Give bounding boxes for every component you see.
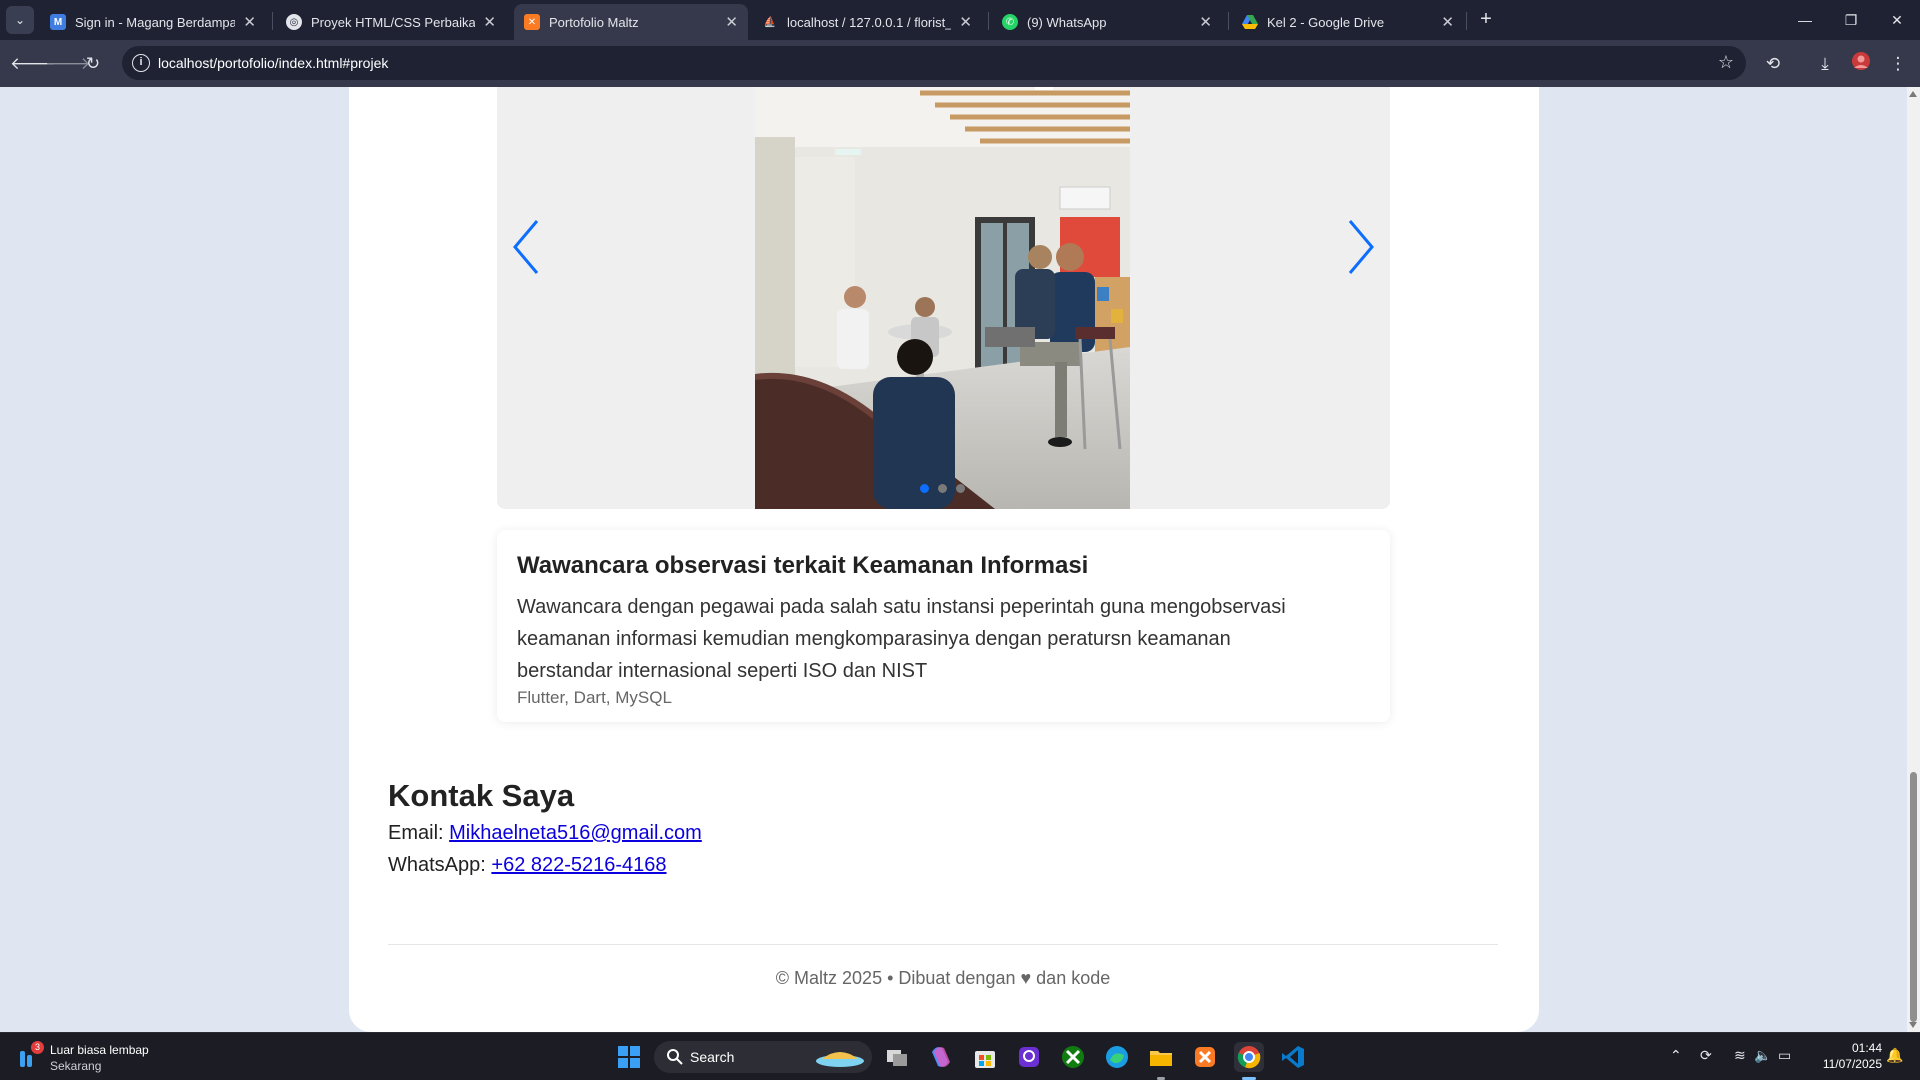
email-label: Email: bbox=[388, 822, 444, 844]
back-button[interactable]: 🡐 bbox=[10, 52, 56, 76]
footer-divider bbox=[388, 944, 1498, 945]
xampp-favicon: ✕ bbox=[524, 14, 540, 30]
contact-email-row: Email: Mikhaelneta516@gmail.com bbox=[388, 822, 702, 845]
history-icon[interactable]: ⟲ bbox=[1760, 51, 1786, 77]
task-view-icon[interactable] bbox=[882, 1042, 912, 1072]
menu-kebab-icon[interactable]: ⋮ bbox=[1885, 51, 1911, 77]
carousel-dot-1[interactable] bbox=[920, 484, 929, 493]
close-icon[interactable]: ✕ bbox=[243, 13, 256, 31]
wifi-icon[interactable]: ≋ bbox=[1734, 1047, 1746, 1064]
notification-badge: 3 bbox=[31, 1041, 44, 1054]
close-icon[interactable]: ✕ bbox=[1441, 13, 1454, 31]
google-drive-favicon bbox=[1242, 14, 1258, 30]
windows-start-icon[interactable] bbox=[614, 1042, 644, 1072]
windows-taskbar: 3 Luar biasa lembap Sekarang Search ⌃ ⟳ … bbox=[0, 1032, 1920, 1080]
page-scrollbar[interactable] bbox=[1907, 87, 1920, 1032]
chrome-icon[interactable] bbox=[1234, 1042, 1264, 1072]
tab-portofolio[interactable]: ✕ Portofolio Maltz ✕ bbox=[514, 4, 748, 40]
sync-icon[interactable]: ⟳ bbox=[1700, 1047, 1712, 1064]
minimize-button[interactable]: — bbox=[1782, 0, 1828, 40]
close-icon[interactable]: ✕ bbox=[959, 13, 972, 31]
tab-magang[interactable]: M Sign in - Magang Berdampak 2 ✕ bbox=[40, 4, 266, 40]
carousel-indicators bbox=[920, 484, 965, 493]
show-hidden-icons-chevron-icon[interactable]: ⌃ bbox=[1670, 1047, 1682, 1064]
project-title: Wawancara observasi terkait Keamanan Inf… bbox=[517, 552, 1089, 579]
whatsapp-favicon: ✆ bbox=[1002, 14, 1018, 30]
tab-proyek[interactable]: ◎ Proyek HTML/CSS Perbaikan ✕ bbox=[276, 4, 506, 40]
project-card: Wawancara observasi terkait Keamanan Inf… bbox=[497, 530, 1390, 722]
restore-button[interactable]: ❐ bbox=[1828, 0, 1874, 40]
carousel-photo bbox=[755, 87, 1130, 509]
volume-icon[interactable]: 🔈 bbox=[1754, 1047, 1771, 1064]
edge-icon[interactable] bbox=[1102, 1042, 1132, 1072]
new-tab-button[interactable]: + bbox=[1474, 8, 1498, 32]
carousel-dot-2[interactable] bbox=[938, 484, 947, 493]
bookmark-star-icon[interactable]: ☆ bbox=[1718, 52, 1734, 73]
battery-icon[interactable]: ▭ bbox=[1778, 1047, 1791, 1064]
chatgpt-favicon: ◎ bbox=[286, 14, 302, 30]
phpmyadmin-favicon: ⛵ bbox=[763, 16, 777, 28]
carousel-prev-button[interactable] bbox=[511, 219, 541, 275]
copilot-icon[interactable] bbox=[926, 1042, 956, 1072]
contact-whatsapp-row: WhatsApp: +62 822-5216-4168 bbox=[388, 854, 667, 877]
site-info-icon[interactable]: i bbox=[132, 54, 150, 72]
address-bar[interactable]: i localhost/portofolio/index.html#projek… bbox=[122, 46, 1746, 80]
contact-heading: Kontak Saya bbox=[388, 778, 575, 813]
close-icon[interactable]: ✕ bbox=[1199, 13, 1212, 31]
weather-widget[interactable]: 3 Luar biasa lembap Sekarang bbox=[18, 1041, 198, 1073]
email-link[interactable]: Mikhaelneta516@gmail.com bbox=[449, 822, 702, 844]
scroll-up-arrow-icon[interactable] bbox=[1909, 91, 1917, 97]
close-window-button[interactable]: ✕ bbox=[1874, 0, 1920, 40]
whatsapp-label: WhatsApp: bbox=[388, 854, 486, 876]
system-clock[interactable]: 01:44 11/07/2025 bbox=[1812, 1040, 1882, 1072]
tab-whatsapp[interactable]: ✆ (9) WhatsApp ✕ bbox=[992, 4, 1222, 40]
carousel-next-button[interactable] bbox=[1346, 219, 1376, 275]
project-tech-stack: Flutter, Dart, MySQL bbox=[517, 688, 672, 707]
microsoft-store-icon[interactable] bbox=[970, 1042, 1000, 1072]
app-purple-icon[interactable] bbox=[1014, 1042, 1044, 1072]
close-icon[interactable]: ✕ bbox=[483, 13, 496, 31]
search-highlight-icon bbox=[816, 1052, 864, 1067]
xampp-icon[interactable] bbox=[1190, 1042, 1220, 1072]
tab-google-drive[interactable]: Kel 2 - Google Drive ✕ bbox=[1232, 4, 1464, 40]
scroll-down-arrow-icon[interactable] bbox=[1909, 1022, 1917, 1028]
tab-strip: ⌄ M Sign in - Magang Berdampak 2 ✕ ◎ Pro… bbox=[0, 0, 1920, 40]
search-icon bbox=[667, 1049, 683, 1065]
carousel-dot-3[interactable] bbox=[956, 484, 965, 493]
page-viewport: Wawancara observasi terkait Keamanan Inf… bbox=[0, 87, 1907, 1032]
footer-text: © Maltz 2025 • Dibuat dengan ♥ dan kode bbox=[775, 968, 1111, 988]
magang-favicon: M bbox=[50, 14, 66, 30]
vscode-icon[interactable] bbox=[1278, 1042, 1308, 1072]
project-carousel bbox=[497, 87, 1390, 509]
xbox-icon[interactable] bbox=[1058, 1042, 1088, 1072]
browser-toolbar: 🡐 🡒 ↻ i localhost/portofolio/index.html#… bbox=[0, 40, 1920, 87]
project-description: Wawancara dengan pegawai pada salah satu… bbox=[517, 596, 1286, 682]
notification-bell-icon[interactable]: 🔔 bbox=[1886, 1047, 1903, 1064]
scrollbar-thumb[interactable] bbox=[1910, 772, 1917, 1022]
whatsapp-link[interactable]: +62 822-5216-4168 bbox=[491, 854, 666, 876]
file-explorer-icon[interactable] bbox=[1146, 1042, 1176, 1072]
profile-avatar[interactable] bbox=[1848, 51, 1874, 77]
close-icon[interactable]: ✕ bbox=[725, 13, 738, 31]
reload-button[interactable]: ↻ bbox=[81, 52, 105, 76]
chevron-down-icon: ⌄ bbox=[14, 13, 26, 27]
forward-button[interactable]: 🡒 bbox=[45, 52, 91, 76]
tab-phpmyadmin[interactable]: ⛵ localhost / 127.0.0.1 / florist_ap ✕ bbox=[752, 4, 982, 40]
download-icon[interactable]: ⤓ bbox=[1812, 51, 1838, 77]
taskbar-search[interactable]: Search bbox=[654, 1041, 872, 1073]
tab-search-button[interactable]: ⌄ bbox=[6, 6, 34, 34]
url-text[interactable]: localhost/portofolio/index.html#projek bbox=[158, 55, 388, 71]
